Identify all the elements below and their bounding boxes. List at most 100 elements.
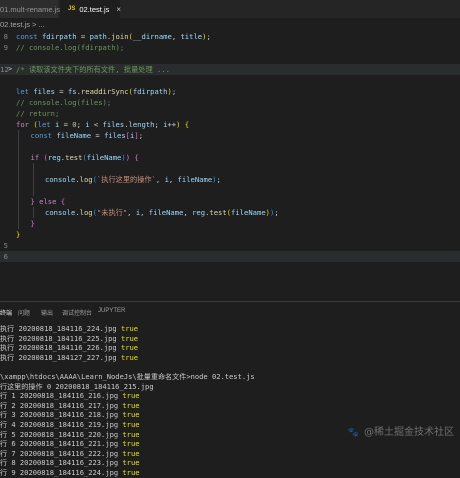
code-token: // return;: [16, 109, 60, 118]
code-token: files: [102, 120, 125, 129]
code-token: =: [54, 87, 68, 96]
code-token: fs: [67, 87, 77, 96]
code-line[interactable]: for (let i = 0; i < files.length; i++) {: [0, 119, 460, 130]
code-token: fileName: [231, 208, 266, 217]
code-token: log: [79, 208, 93, 217]
terminal-text: 行 2 20200818_184116_217.jpg: [0, 400, 123, 410]
terminal-text: 行 4 20200818_184116_219.jpg: [0, 420, 123, 429]
code-token: for: [16, 120, 34, 129]
terminal-line: 执行 20200818_184127_227.jpg true: [0, 353, 138, 363]
tab-terminal[interactable]: 终端: [0, 308, 12, 317]
code-line[interactable]: const fileName = files[i];: [0, 130, 460, 141]
code-line[interactable]: 12 > /* 读取该文件夹下的所有文件, 批量处理 ...: [0, 64, 460, 75]
code-line[interactable]: }: [0, 218, 460, 229]
code-token: const: [16, 32, 42, 41]
terminal-text: 执行 20200818_184127_227.jpg: [0, 352, 121, 362]
terminal-line: 行 9 20200818_184116_224.jpg true: [0, 468, 140, 478]
code-token: // console.log(files);: [16, 98, 112, 107]
indent-guide: [32, 207, 34, 218]
code-token: ;: [274, 208, 279, 217]
code-line[interactable]: 6: [0, 251, 460, 262]
terminal-boolean: true: [122, 391, 140, 401]
indent-guide: [18, 130, 19, 141]
paw-icon: 🐾: [347, 428, 359, 438]
breadcrumb: 02.test.js > ...: [0, 18, 460, 31]
indent-guide: [18, 174, 19, 185]
terminal-text: 行 9 20200818_184116_224.jpg: [0, 468, 123, 477]
code-text: console.log(`执行这里的操作`, i, fileName);: [45, 174, 221, 185]
code-line[interactable]: [0, 75, 460, 86]
code-token: ,: [183, 208, 193, 217]
editor-tab-bar: 01.mult-rename.js JS 02.test.js ×: [0, 0, 460, 18]
tab-problems[interactable]: 问题: [18, 308, 30, 317]
indent-guide: [32, 185, 34, 196]
breadcrumb-rest[interactable]: ...: [39, 20, 45, 29]
terminal-text: 执行 20200818_184116_226.jpg: [0, 343, 121, 353]
code-line[interactable]: // console.log(files);: [0, 97, 460, 108]
code-text: for (let i = 0; i < files.length; i++) {: [16, 119, 189, 130]
terminal-boolean: true: [122, 429, 140, 439]
terminal-boolean: true: [122, 410, 140, 420]
tab-mult-rename[interactable]: 01.mult-rename.js: [0, 0, 61, 18]
code-line[interactable]: }: [0, 229, 460, 240]
code-line[interactable]: [0, 141, 460, 152]
code-line[interactable]: // return;: [0, 108, 460, 119]
tab-debug-console[interactable]: 调试控制台: [62, 308, 92, 317]
fold-chevron-icon[interactable]: >: [8, 64, 12, 75]
code-token: =: [59, 120, 73, 129]
tab-test[interactable]: JS 02.test.js ×: [60, 0, 121, 18]
code-line[interactable]: if (reg.test(fileName)) {: [0, 152, 460, 163]
code-line[interactable]: let files = fs.readdirSync(fdirpath);: [0, 86, 460, 97]
code-line[interactable]: 8 const fdirpath = path.join(__dirname, t…: [0, 31, 460, 42]
code-line[interactable]: console.log(`执行这里的操作`, i, fileName);: [0, 174, 460, 185]
code-line[interactable]: [0, 163, 460, 174]
terminal-line: 行 1 20200818_184116_216.jpg true: [0, 391, 140, 401]
tab-label: 02.test.js: [79, 4, 110, 14]
code-text: const fdirpath = path.join(__dirname, ti…: [16, 31, 211, 42]
tab-output[interactable]: 输出: [41, 308, 53, 317]
line-number: 6: [3, 252, 8, 261]
indent-guide: [18, 163, 19, 174]
tab-jupyter[interactable]: JUPYTER: [98, 308, 125, 314]
code-token: if: [30, 153, 44, 162]
close-icon[interactable]: ×: [116, 5, 121, 14]
terminal-line: 行 6 20200818_184116_221.jpg true: [0, 439, 140, 449]
code-token: reg: [192, 208, 206, 217]
terminal-text: 行 6 20200818_184116_221.jpg: [0, 439, 123, 449]
code-line[interactable]: [0, 53, 460, 64]
line-number: 8: [3, 32, 8, 41]
code-token: "未执行": [96, 208, 128, 217]
code-token: ,: [168, 175, 178, 184]
code-editor[interactable]: 8 const fdirpath = path.join(__dirname, t…: [0, 31, 460, 301]
code-token: {: [184, 120, 190, 129]
code-line[interactable]: 5: [0, 240, 460, 251]
terminal-line: 行 3 20200818_184116_218.jpg true: [0, 410, 140, 420]
code-text: // return;: [16, 108, 59, 119]
terminal-line: \xampp\htdocs\AAAA\Learn_NodeJs\批量重命名文件>…: [0, 372, 255, 382]
terminal-boolean: true: [122, 400, 140, 410]
code-line[interactable]: } else {: [0, 196, 460, 207]
code-line[interactable]: console.log("未执行", i, fileName, reg.test…: [0, 207, 460, 218]
code-line[interactable]: [0, 185, 460, 196]
code-token: ;: [76, 120, 86, 129]
breadcrumb-separator: >: [32, 20, 37, 29]
terminal-text: 执行 20200818_184116_224.jpg: [0, 324, 121, 333]
code-token: // console.log(fdirpath);: [16, 43, 125, 52]
indent-guide: [18, 141, 19, 152]
code-line[interactable]: 9 // console.log(fdirpath);: [0, 42, 460, 53]
code-token: <: [89, 120, 103, 129]
terminal-boolean: true: [120, 343, 139, 353]
code-token: }: [16, 230, 21, 239]
code-token: ,: [155, 175, 165, 184]
code-text: }: [16, 229, 20, 240]
code-token: let: [16, 87, 34, 96]
terminal-text: \xampp\htdocs\AAAA\Learn_NodeJs\批量重命名文件>…: [0, 372, 255, 381]
code-token: path: [89, 32, 107, 41]
terminal-line: 行 4 20200818_184116_219.jpg true: [0, 420, 140, 430]
indent-guide: [18, 152, 19, 163]
code-text: // console.log(files);: [16, 97, 111, 108]
code-token: reg: [47, 153, 61, 162]
breadcrumb-file[interactable]: 02.test.js: [0, 20, 30, 29]
tab-label: 01.mult-rename.js: [0, 4, 61, 14]
code-text: /* 读取该文件夹下的所有文件, 批量处理 ...: [16, 64, 170, 75]
